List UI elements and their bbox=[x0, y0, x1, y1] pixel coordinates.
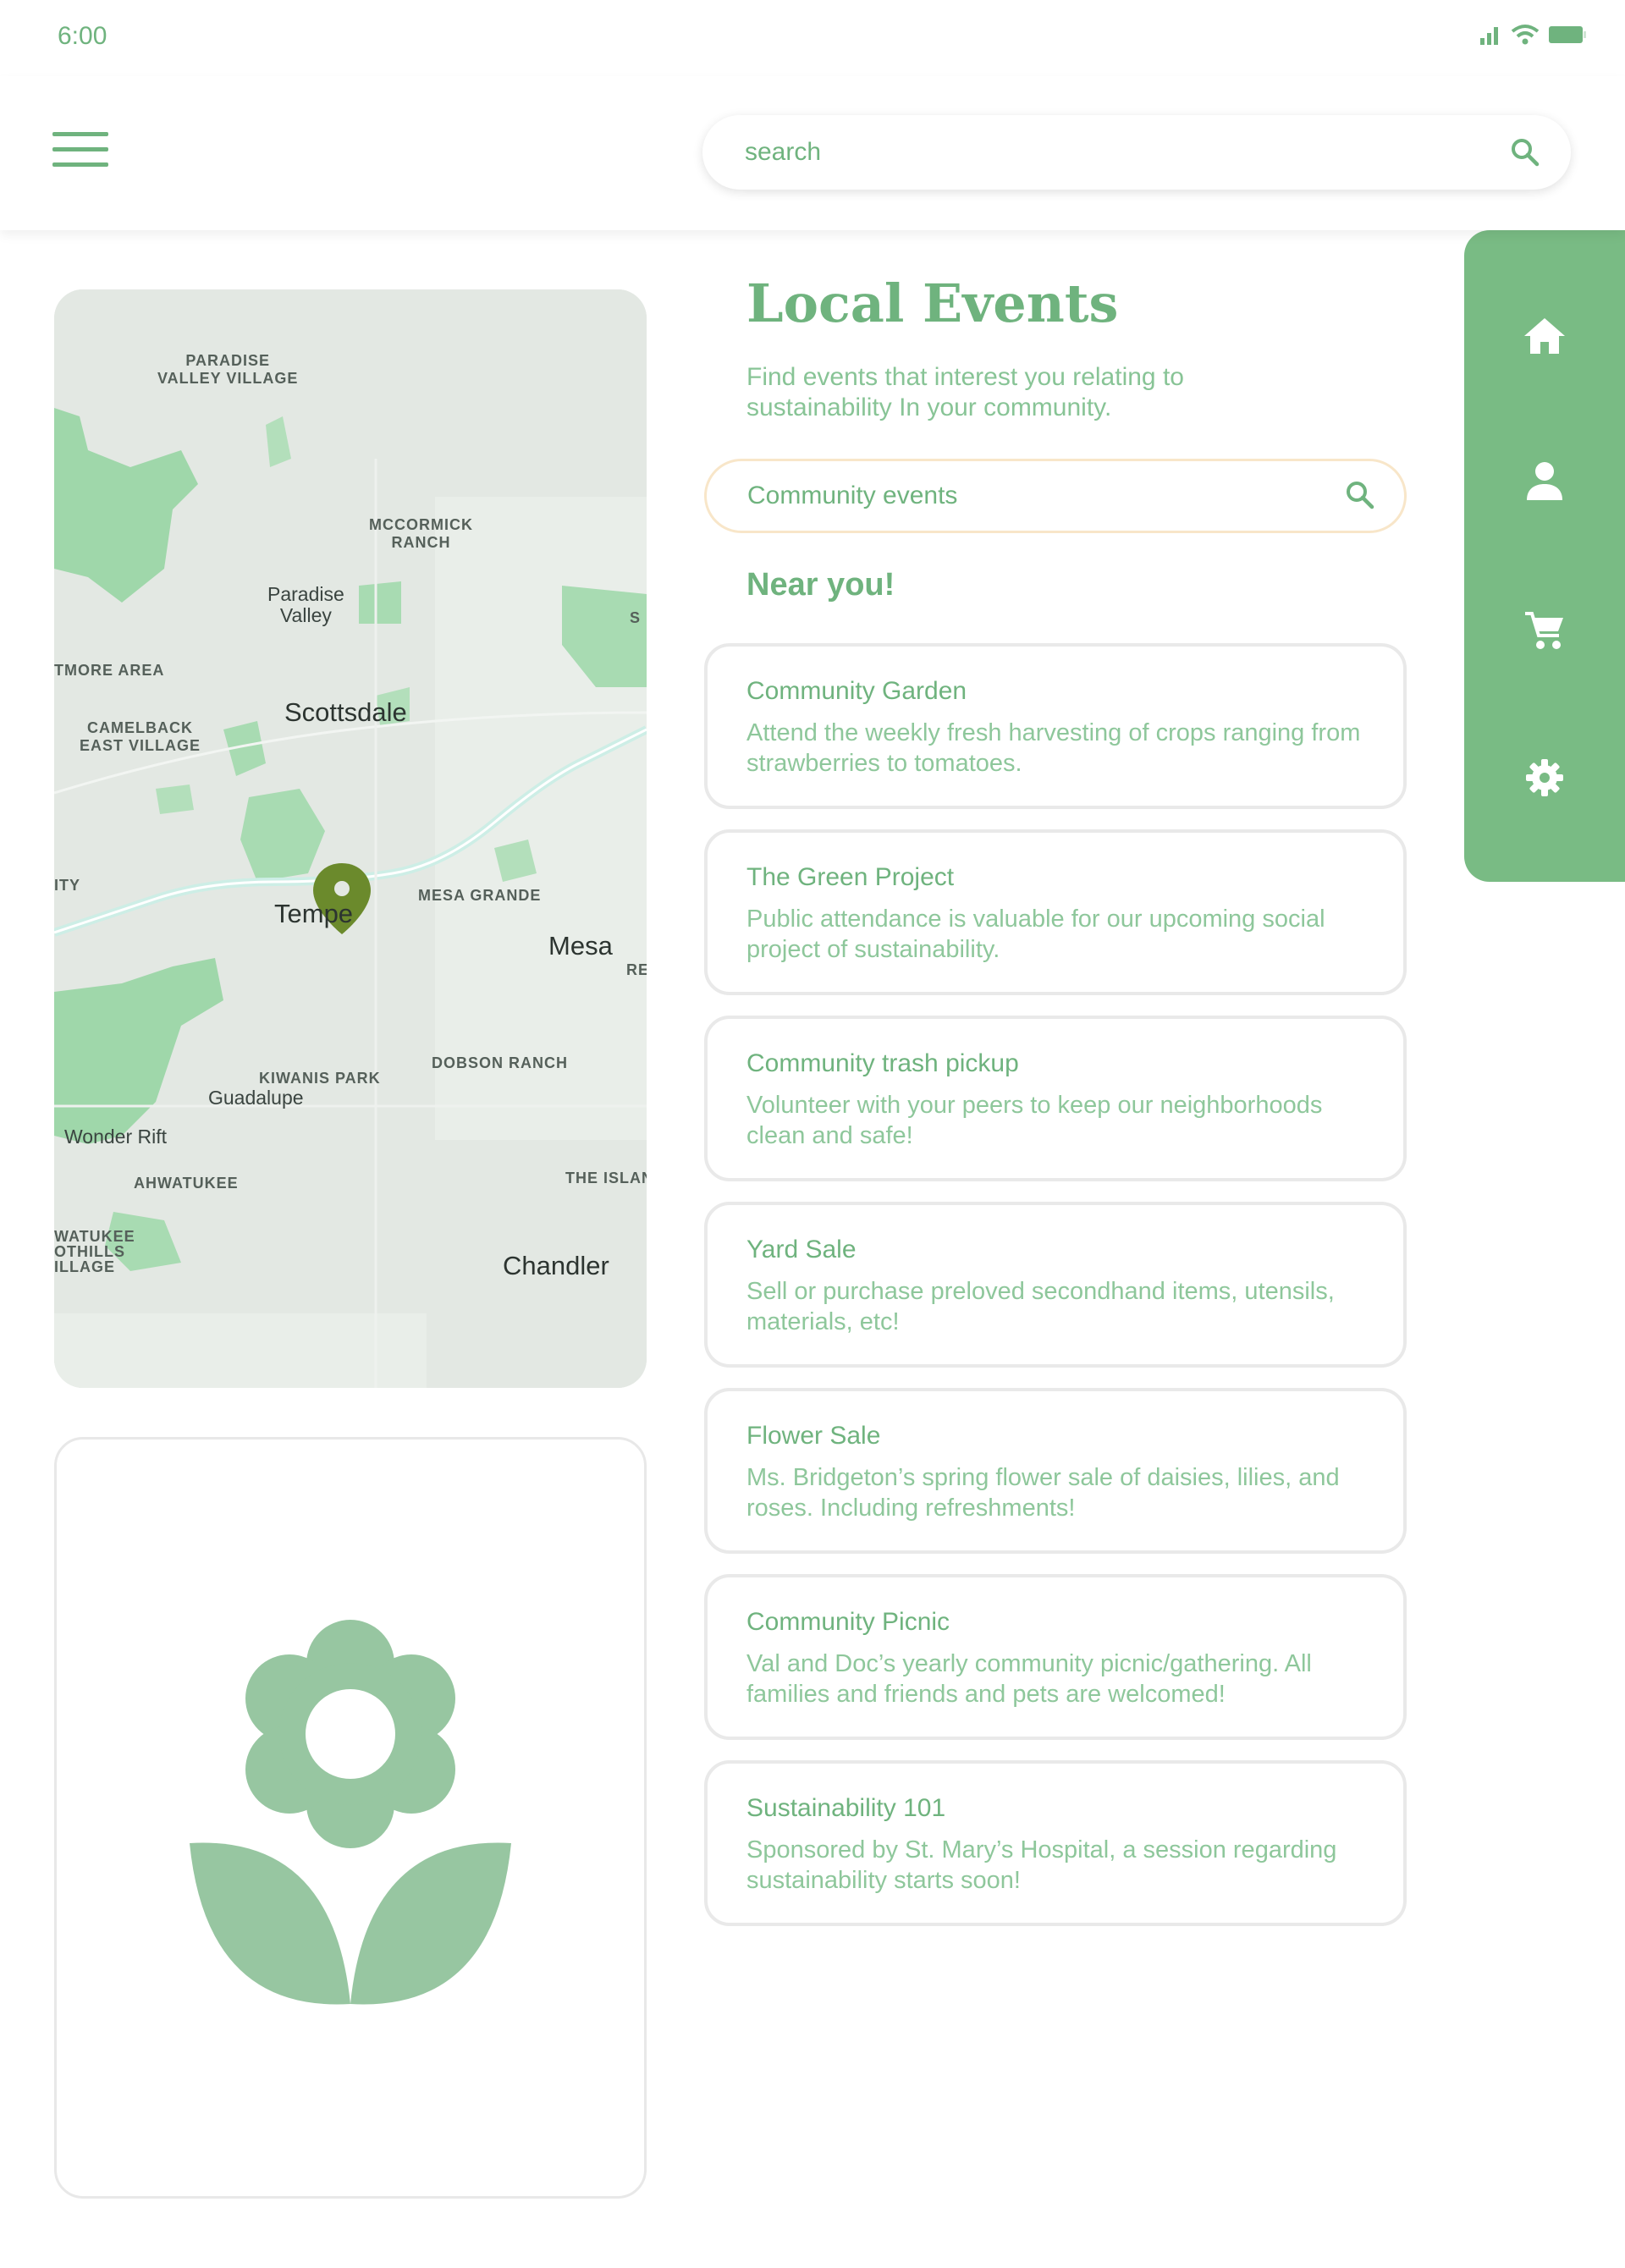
event-description: Attend the weekly fresh harvesting of cr… bbox=[746, 719, 1361, 777]
map-label-camelback-east-village: CAMELBACK EAST VILLAGE bbox=[80, 719, 201, 754]
signal-icon bbox=[1480, 27, 1498, 45]
map-label-mccormick-ranch: MCCORMICK RANCH bbox=[369, 516, 473, 551]
map-label-guadalupe: Guadalupe bbox=[208, 1087, 304, 1109]
event-list: Community Garden Attend the weekly fresh… bbox=[704, 643, 1407, 1946]
map-label-tempe: Tempe bbox=[274, 899, 354, 928]
event-card-yard-sale[interactable]: Yard Sale Sell or purchase preloved seco… bbox=[704, 1202, 1407, 1368]
status-icons bbox=[1479, 24, 1587, 46]
event-title: Community trash pickup bbox=[746, 1049, 1019, 1077]
map-background bbox=[54, 289, 647, 1388]
map-label-re: RE bbox=[626, 961, 647, 978]
top-search-bar bbox=[702, 115, 1571, 190]
event-description: Ms. Bridgeton’s spring flower sale of da… bbox=[746, 1464, 1340, 1522]
top-search-input[interactable] bbox=[745, 115, 1473, 190]
page-title: Local Events bbox=[746, 272, 1119, 334]
nav-home-button[interactable] bbox=[1464, 285, 1625, 387]
map-label-dobson-ranch: DOBSON RANCH bbox=[432, 1054, 569, 1071]
map-label-paradise-valley-village: PARADISE VALLEY VILLAGE bbox=[157, 352, 299, 387]
menu-icon-bar bbox=[52, 132, 108, 136]
home-icon bbox=[1524, 318, 1565, 354]
menu-icon-bar bbox=[52, 147, 108, 151]
near-you-heading: Near you! bbox=[746, 567, 895, 603]
page-subtitle: Find events that interest you relating t… bbox=[746, 363, 1184, 421]
map-label-mesa: Mesa bbox=[548, 931, 613, 961]
person-icon bbox=[1527, 462, 1562, 500]
status-bar: 6:00 bbox=[0, 0, 1625, 76]
event-title: Sustainability 101 bbox=[746, 1794, 946, 1822]
map-label-scottsdale: Scottsdale bbox=[284, 697, 407, 727]
event-description: Sponsored by St. Mary’s Hospital, a sess… bbox=[746, 1836, 1337, 1894]
cart-icon bbox=[1525, 612, 1563, 649]
map-label-ity: ITY bbox=[54, 877, 81, 894]
event-description: Public attendance is valuable for our up… bbox=[746, 906, 1325, 963]
map-label-mesa-grande: MESA GRANDE bbox=[418, 887, 542, 904]
settings-icon bbox=[1526, 759, 1563, 796]
app-header bbox=[0, 76, 1625, 230]
nav-settings-button[interactable] bbox=[1464, 727, 1625, 828]
map-view[interactable]: PARADISE VALLEY VILLAGE MCCORMICK RANCH … bbox=[54, 289, 647, 1388]
battery-icon bbox=[1549, 26, 1586, 43]
event-card-trash-pickup[interactable]: Community trash pickup Volunteer with yo… bbox=[704, 1016, 1407, 1181]
map-label-kiwanis-park: KIWANIS PARK bbox=[259, 1070, 381, 1087]
menu-icon-bar bbox=[52, 162, 108, 167]
event-description: Sell or purchase preloved secondhand ite… bbox=[746, 1278, 1335, 1335]
event-card-flower-sale[interactable]: Flower Sale Ms. Bridgeton’s spring flowe… bbox=[704, 1388, 1407, 1554]
event-description: Val and Doc’s yearly community picnic/ga… bbox=[746, 1650, 1312, 1708]
event-card-sustainability-101[interactable]: Sustainability 101 Sponsored by St. Mary… bbox=[704, 1760, 1407, 1926]
flower-icon bbox=[190, 1620, 511, 2005]
map-label-paradise-valley: Paradise Valley bbox=[267, 583, 344, 626]
event-title: Community Garden bbox=[746, 677, 967, 705]
search-icon[interactable] bbox=[1345, 480, 1375, 510]
nav-cart-button[interactable] bbox=[1464, 580, 1625, 681]
map-label-the-islands: THE ISLAN bbox=[565, 1170, 647, 1186]
nav-profile-button[interactable] bbox=[1464, 431, 1625, 532]
map-label-ahwatukee-foothills: WATUKEE OTHILLS ILLAGE bbox=[54, 1228, 135, 1275]
map-label-s: S bbox=[630, 609, 642, 626]
event-search-bar bbox=[704, 459, 1407, 533]
map-label-tmore-area: TMORE AREA bbox=[54, 662, 165, 679]
event-card-community-garden[interactable]: Community Garden Attend the weekly fresh… bbox=[704, 643, 1407, 809]
event-card-green-project[interactable]: The Green Project Public attendance is v… bbox=[704, 829, 1407, 995]
event-title: Yard Sale bbox=[746, 1236, 857, 1263]
flower-card bbox=[54, 1437, 647, 2199]
menu-button[interactable] bbox=[52, 132, 108, 169]
map-label-chandler: Chandler bbox=[503, 1251, 609, 1280]
wifi-icon bbox=[1511, 25, 1540, 45]
event-title: The Green Project bbox=[746, 863, 955, 891]
status-time: 6:00 bbox=[58, 22, 107, 50]
event-description: Volunteer with your peers to keep our ne… bbox=[746, 1092, 1323, 1149]
map-label-wonder-rift: Wonder Rift bbox=[64, 1126, 168, 1148]
event-title: Community Picnic bbox=[746, 1608, 950, 1636]
event-card-community-picnic[interactable]: Community Picnic Val and Doc’s yearly co… bbox=[704, 1574, 1407, 1740]
event-title: Flower Sale bbox=[746, 1422, 881, 1450]
search-icon[interactable] bbox=[1510, 137, 1540, 168]
side-nav-rail bbox=[1464, 230, 1625, 882]
map-label-ahwatukee: AHWATUKEE bbox=[134, 1175, 239, 1192]
event-search-input[interactable] bbox=[747, 461, 1323, 531]
